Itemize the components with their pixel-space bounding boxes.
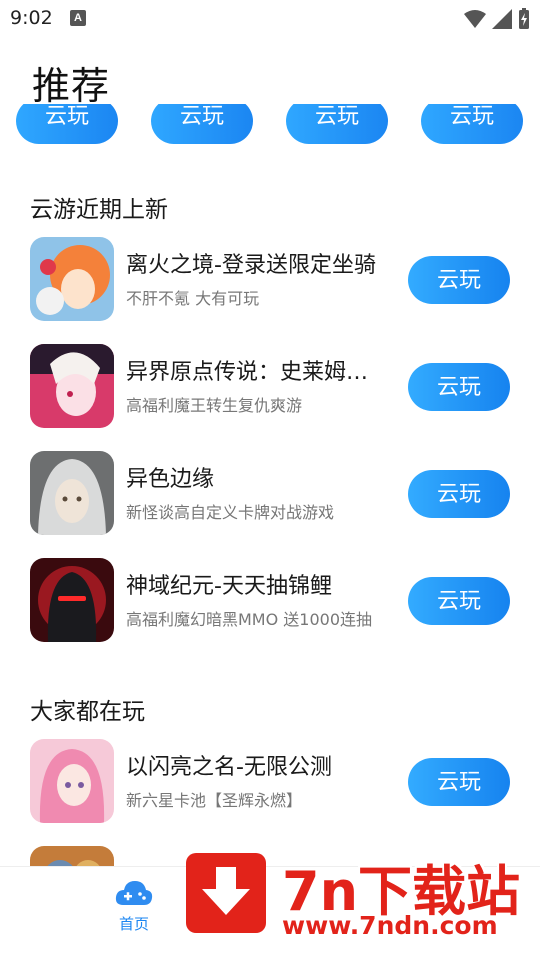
game-icon[interactable] (30, 344, 114, 428)
game-desc: 新怪谈高自定义卡牌对战游戏 (126, 503, 335, 522)
game-desc: 新六星卡池【圣辉永燃】 (126, 791, 303, 810)
game-desc: 不肝不氪 大有可玩 (126, 289, 260, 308)
notification-icon: A (70, 10, 86, 26)
game-name: 离火之境-登录送限定坐骑 (126, 253, 376, 278)
game-desc: 高福利魔幻暗黑MMO 送1000连抽 (126, 610, 373, 629)
game-icon[interactable] (30, 237, 114, 321)
cloud-play-button[interactable]: 云玩 (16, 104, 118, 144)
signal-icon (492, 9, 512, 29)
cloud-play-button[interactable]: 云玩 (151, 104, 253, 144)
game-name: 神域纪元-天天抽锦鲤 (126, 574, 332, 599)
section-title-popular: 大家都在玩 (30, 699, 145, 725)
cloud-play-button[interactable]: 云玩 (408, 758, 510, 806)
game-icon[interactable] (30, 739, 114, 823)
section-title-new: 云游近期上新 (30, 197, 168, 223)
game-icon[interactable] (30, 451, 114, 535)
battery-icon (519, 8, 529, 29)
cloud-gamepad-icon (115, 881, 153, 905)
game-icon[interactable] (30, 558, 114, 642)
cloud-play-button[interactable]: 云玩 (408, 363, 510, 411)
game-row[interactable]: 离火之境-登录送限定坐骑 不肝不氪 大有可玩 云玩 (0, 237, 540, 327)
game-desc: 高福利魔王转生复仇爽游 (126, 396, 303, 415)
game-name: 异色边缘 (126, 467, 215, 492)
cloud-play-button[interactable]: 云玩 (286, 104, 388, 144)
cloud-play-button[interactable]: 云玩 (408, 256, 510, 304)
game-row[interactable]: 异色边缘 新怪谈高自定义卡牌对战游戏 云玩 (0, 451, 540, 541)
status-bar: 9:02 A (0, 0, 540, 38)
cloud-play-button[interactable]: 云玩 (408, 577, 510, 625)
game-row[interactable]: 神域纪元-天天抽锦鲤 高福利魔幻暗黑MMO 送1000连抽 云玩 (0, 558, 540, 648)
wifi-icon (464, 10, 486, 28)
nav-home-label: 首页 (118, 915, 149, 933)
page-title: 推荐 (32, 64, 111, 108)
top-button-row: 云玩 云玩 云玩 云玩 (0, 104, 540, 150)
game-name: 以闪亮之名-无限公测 (126, 755, 332, 780)
game-row[interactable]: 异界原点传说：史莱姆与魔王 高福利魔王转生复仇爽游 云玩 (0, 344, 540, 434)
cloud-play-button[interactable]: 云玩 (408, 470, 510, 518)
nav-home[interactable]: 首页 (104, 879, 164, 934)
status-icons (464, 8, 530, 30)
game-row[interactable]: 以闪亮之名-无限公测 新六星卡池【圣辉永燃】 云玩 (0, 739, 540, 829)
watermark-download-icon (186, 853, 266, 933)
cloud-play-button[interactable]: 云玩 (421, 104, 523, 144)
watermark-url: www.7ndn.com (282, 911, 498, 940)
watermark: 7n下载站 www.7ndn.com (186, 845, 522, 945)
status-time: 9:02 (10, 7, 53, 29)
game-name: 异界原点传说：史莱姆与魔王 (126, 360, 388, 385)
